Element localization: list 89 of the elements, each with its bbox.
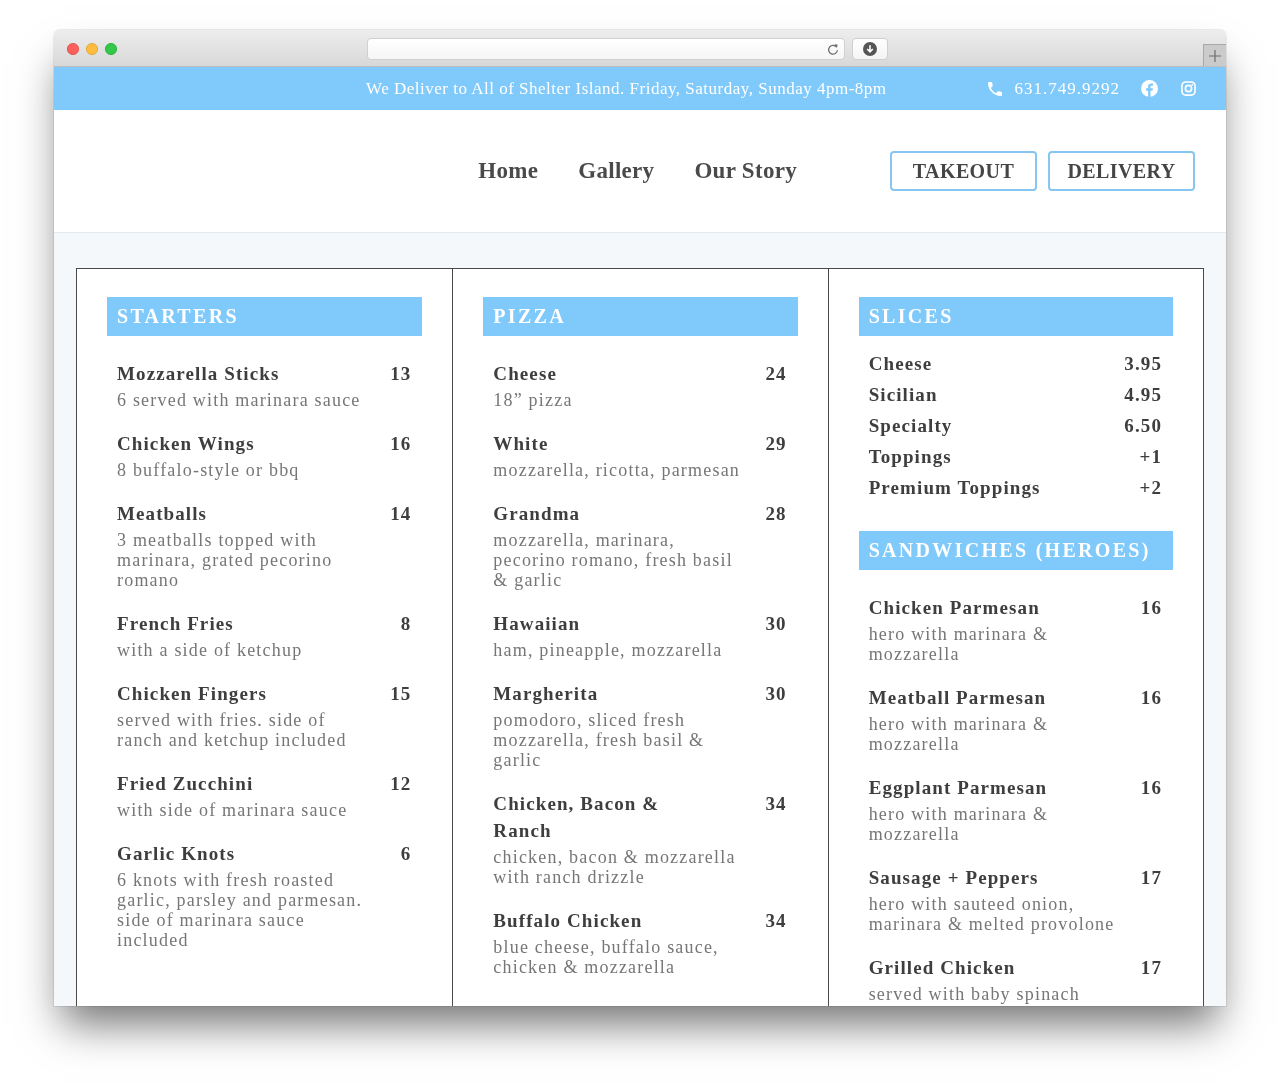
item-price: +1	[1139, 445, 1162, 469]
item-description: served with fries. side of ranch and ketchup included	[117, 710, 348, 750]
order-button[interactable]: DELIVERY	[1048, 151, 1195, 191]
item-description: blue cheese, buffalo sauce, chicken & mozzarella	[493, 937, 720, 977]
item-name: Toppings	[868, 445, 952, 469]
item-description: chicken, bacon & mozzarella with ranch drizzle	[493, 847, 737, 887]
item-name: Cheese	[868, 352, 933, 376]
item-name: Eggplant Parmesan	[868, 776, 1048, 800]
item-price: 14	[390, 502, 412, 526]
section-header: SANDWICHES (HEROES)	[858, 531, 1173, 570]
item-description: 3 meatballs topped with marinara, grated pecorino romano	[117, 530, 334, 590]
item-name: Sausage + Peppers	[868, 866, 1039, 890]
item-name: Hawaiian	[493, 612, 581, 636]
item-price: 34	[765, 909, 787, 933]
section-header: PIZZA	[483, 297, 798, 336]
item-name: Premium Toppings	[868, 476, 1041, 500]
section-header: SLICES	[858, 297, 1173, 336]
item-name: Chicken, Bacon & Ranch	[493, 792, 661, 843]
item-name: Mozzarella Sticks	[117, 362, 280, 386]
zoom-icon[interactable]	[105, 43, 117, 55]
item-name: Buffalo Chicken	[493, 909, 643, 933]
item-name: Margherita	[493, 682, 599, 706]
item-description: with a side of ketchup	[117, 640, 304, 660]
facebook-icon[interactable]	[1141, 80, 1158, 97]
item-price: 30	[765, 612, 787, 636]
item-price: 15	[390, 682, 412, 706]
close-icon[interactable]	[67, 43, 79, 55]
item-name: Chicken Wings	[117, 432, 255, 456]
item-name: French Fries	[117, 612, 234, 636]
item-price: 12	[390, 772, 412, 796]
instagram-icon[interactable]	[1181, 81, 1196, 96]
nav-link[interactable]: Our Story	[694, 158, 797, 184]
item-name: Sicilian	[868, 383, 938, 407]
item-name: Chicken Fingers	[117, 682, 268, 706]
item-description: with side of marinara sauce	[117, 800, 349, 820]
item-description: hero with sauteed onion, marinara & melted provolone	[868, 894, 1116, 934]
item-price: 17	[1140, 956, 1162, 980]
item-price: 16	[390, 432, 412, 456]
item-description: mozzarella, marinara, pecorino romano, fresh basil & garlic	[493, 530, 734, 590]
item-name: Cheese	[493, 362, 557, 386]
item-name: Meatball Parmesan	[868, 686, 1047, 710]
download-button[interactable]	[852, 38, 888, 60]
item-description: 8 buffalo-style or bbq	[117, 460, 301, 480]
order-button[interactable]: TAKEOUT	[890, 151, 1037, 191]
item-description: pomodoro, sliced fresh mozzarella, fresh basil & garlic	[493, 710, 706, 770]
new-tab-button[interactable]	[1203, 44, 1226, 66]
phone-icon	[987, 81, 1002, 96]
item-description: mozzarella, ricotta, parmesan	[493, 460, 741, 480]
nav-link[interactable]: Home	[478, 158, 539, 184]
item-price: 3.95	[1124, 352, 1162, 376]
item-description: ham, pineapple, mozzarella	[493, 640, 724, 660]
item-name: White	[493, 432, 549, 456]
item-price: 30	[765, 682, 787, 706]
item-description: hero with marinara & mozzarella	[868, 804, 1050, 844]
announcement-text: We Deliver to All of Shelter Island. Friday, Saturday, Sunday 4pm-8pm	[366, 78, 887, 99]
item-name: Meatballs	[117, 502, 208, 526]
address-field[interactable]	[367, 38, 845, 60]
minimize-icon[interactable]	[86, 43, 98, 55]
nav-link[interactable]: Gallery	[578, 158, 655, 184]
item-name: Fried Zucchini	[117, 772, 254, 796]
plus-icon	[1209, 49, 1221, 62]
item-price: 13	[390, 362, 412, 386]
download-icon	[863, 42, 877, 56]
item-price: 29	[765, 432, 787, 456]
item-name: Specialty	[868, 414, 953, 438]
item-price: 16	[1140, 776, 1162, 800]
item-description: hero with marinara & mozzarella	[868, 714, 1050, 754]
item-description: 18” pizza	[493, 390, 574, 410]
item-price: 16	[1140, 686, 1162, 710]
reload-icon[interactable]	[827, 42, 839, 56]
item-price: 6	[400, 842, 412, 866]
item-description: hero with marinara & mozzarella	[868, 624, 1050, 664]
item-price: 28	[765, 502, 787, 526]
section-header: STARTERS	[107, 297, 423, 336]
item-price: 6.50	[1124, 414, 1162, 438]
item-description: 6 served with marinara sauce	[117, 390, 362, 410]
item-price: 16	[1140, 596, 1162, 620]
item-price: 8	[400, 612, 412, 636]
item-name: Chicken Parmesan	[868, 596, 1040, 620]
item-price: +2	[1139, 476, 1162, 500]
item-name: Garlic Knots	[117, 842, 236, 866]
item-name: Grandma	[493, 502, 581, 526]
item-name: Grilled Chicken	[868, 956, 1016, 980]
item-price: 24	[765, 362, 787, 386]
item-description: 6 knots with fresh roasted garlic, parsley and parmesan. side of marinara sauce included	[117, 870, 364, 950]
item-description: served with baby spinach	[868, 984, 1081, 1004]
item-price: 4.95	[1124, 383, 1162, 407]
item-price: 34	[765, 792, 787, 816]
item-price: 17	[1140, 866, 1162, 890]
